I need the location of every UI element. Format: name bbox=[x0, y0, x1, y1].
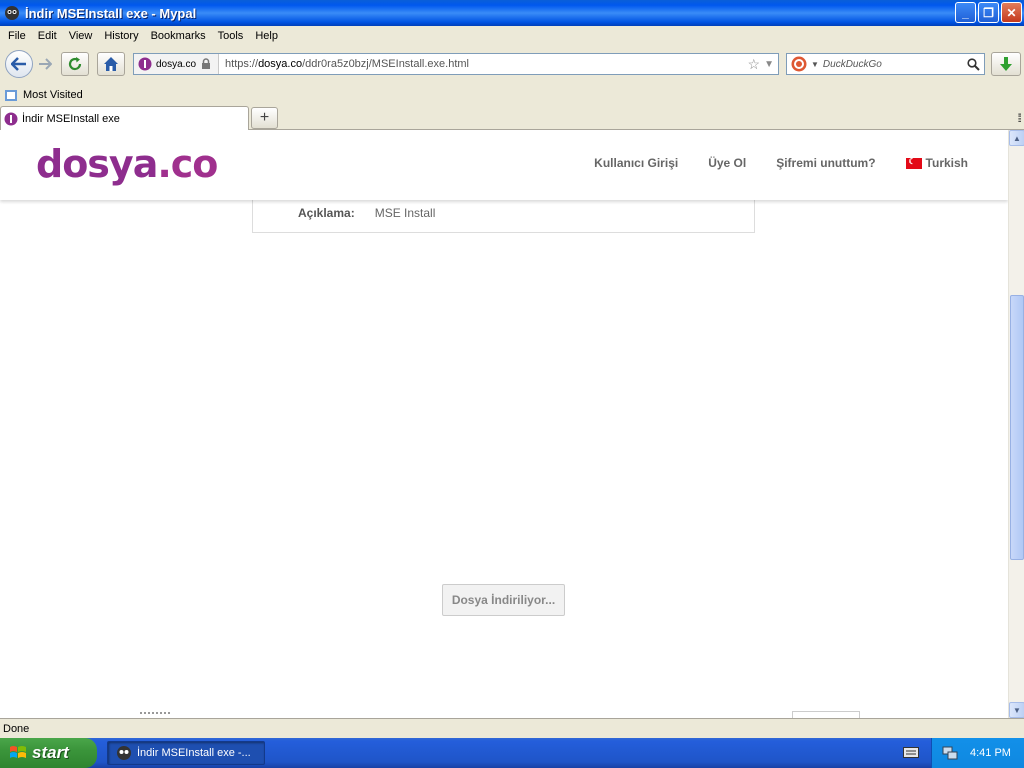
menu-bookmarks[interactable]: Bookmarks bbox=[145, 30, 212, 42]
restore-icon: ❐ bbox=[983, 5, 994, 20]
logo-tld: .co bbox=[157, 142, 218, 186]
mypal-app-icon bbox=[5, 6, 19, 20]
minimize-button[interactable]: _ bbox=[955, 2, 976, 23]
search-icon[interactable] bbox=[967, 57, 980, 71]
tab-list-icon[interactable]: ⁞⁞ bbox=[1017, 111, 1021, 125]
login-link[interactable]: Kullanıcı Girişi bbox=[594, 156, 678, 170]
scroll-up-arrow-icon: ▲ bbox=[1013, 133, 1021, 143]
taskbar-window-button[interactable]: İndir MSEInstall exe -... bbox=[107, 741, 265, 765]
search-input[interactable]: DuckDuckGo bbox=[823, 59, 967, 70]
menu-file[interactable]: File bbox=[2, 30, 32, 42]
dosya-favicon bbox=[138, 57, 152, 71]
new-tab-button[interactable]: + bbox=[251, 107, 278, 129]
description-label: Açıklama: bbox=[298, 206, 355, 220]
status-bar: Done bbox=[0, 718, 1024, 738]
minimize-icon: _ bbox=[962, 5, 969, 20]
menu-history[interactable]: History bbox=[98, 30, 144, 42]
mypal-task-icon bbox=[117, 746, 131, 760]
window-titlebar[interactable]: İndir MSEInstall exe - Mypal _ ❐ ✕ bbox=[0, 0, 1024, 26]
restore-button[interactable]: ❐ bbox=[978, 2, 999, 23]
windows-logo-icon bbox=[10, 746, 26, 758]
reload-button[interactable] bbox=[61, 52, 89, 76]
bookmark-star-icon[interactable]: ☆ bbox=[748, 56, 761, 73]
download-status-button[interactable]: Dosya İndiriliyor... bbox=[442, 584, 565, 616]
menu-view[interactable]: View bbox=[63, 30, 99, 42]
tab-strip: İndir MSEInstall exe + ⁞⁞ bbox=[0, 105, 1024, 130]
lock-icon bbox=[202, 58, 211, 69]
home-icon bbox=[104, 57, 118, 71]
url-path: /ddr0ra5z0bzj/MSEInstall.exe.html bbox=[302, 58, 470, 70]
nav-toolbar: dosya.co https://dosya.co/ddr0ra5z0bzj/M… bbox=[0, 47, 1024, 83]
scroll-up-button[interactable]: ▲ bbox=[1009, 130, 1024, 146]
download-arrow-icon bbox=[1000, 57, 1012, 71]
url-text[interactable]: https://dosya.co/ddr0ra5z0bzj/MSEInstall… bbox=[219, 58, 748, 70]
task-label: İndir MSEInstall exe -... bbox=[137, 747, 251, 759]
search-engine-dropdown-icon[interactable]: ▼ bbox=[811, 60, 819, 69]
forward-button[interactable] bbox=[35, 55, 55, 73]
scroll-down-button[interactable]: ▼ bbox=[1009, 702, 1024, 718]
scroll-thumb[interactable] bbox=[1010, 295, 1024, 560]
site-identity-button[interactable]: dosya.co bbox=[134, 54, 220, 74]
menu-bar: File Edit View History Bookmarks Tools H… bbox=[0, 26, 1024, 46]
start-label: start bbox=[32, 743, 69, 762]
taskbar: start İndir MSEInstall exe -... 4:41 PM bbox=[0, 738, 1024, 768]
url-bar[interactable]: dosya.co https://dosya.co/ddr0ra5z0bzj/M… bbox=[133, 53, 779, 75]
url-dropdown-icon[interactable]: ▼ bbox=[764, 59, 774, 70]
menu-edit[interactable]: Edit bbox=[32, 30, 63, 42]
tab-active[interactable]: İndir MSEInstall exe bbox=[0, 106, 249, 130]
language-label: Turkish bbox=[925, 156, 968, 170]
downloads-button[interactable] bbox=[991, 52, 1021, 76]
clock[interactable]: 4:41 PM bbox=[970, 747, 1011, 759]
menu-tools[interactable]: Tools bbox=[212, 30, 250, 42]
back-arrow-icon bbox=[11, 57, 26, 71]
url-scheme: https:// bbox=[225, 58, 259, 70]
duckduckgo-icon[interactable] bbox=[791, 56, 807, 72]
home-button[interactable] bbox=[97, 52, 125, 76]
vertical-scrollbar[interactable]: ▲ ▼ bbox=[1008, 130, 1024, 718]
forward-arrow-icon bbox=[39, 58, 52, 70]
scroll-down-arrow-icon: ▼ bbox=[1013, 705, 1021, 715]
bookmarks-toolbar: Most Visited bbox=[0, 85, 1024, 105]
close-button[interactable]: ✕ bbox=[1001, 2, 1022, 23]
description-row: Açıklama: MSE Install bbox=[298, 206, 435, 220]
site-nav: Kullanıcı Girişi Üye Ol Şifremi unuttum?… bbox=[594, 156, 968, 170]
forgot-password-link[interactable]: Şifremi unuttum? bbox=[776, 156, 875, 170]
most-visited-folder-icon bbox=[5, 90, 17, 101]
plus-icon: + bbox=[259, 109, 270, 126]
dosya-tab-favicon bbox=[4, 112, 18, 125]
footer-fragment-right bbox=[792, 711, 860, 718]
system-tray: 4:41 PM bbox=[931, 738, 1024, 768]
reload-icon bbox=[68, 57, 82, 71]
url-domain: dosya.co bbox=[258, 58, 303, 70]
turkey-flag-icon bbox=[905, 157, 922, 169]
window-title: İndir MSEInstall exe - Mypal bbox=[25, 5, 197, 21]
dosya-logo[interactable]: dosya.co bbox=[36, 142, 218, 186]
description-value: MSE Install bbox=[374, 206, 436, 220]
language-selector[interactable]: Turkish bbox=[905, 156, 968, 170]
tab-label: İndir MSEInstall exe bbox=[22, 112, 120, 125]
start-button[interactable]: start bbox=[0, 738, 97, 768]
site-header: dosya.co Kullanıcı Girişi Üye Ol Şifremi… bbox=[0, 130, 1008, 200]
page-content: dosya.co Kullanıcı Girişi Üye Ol Şifremi… bbox=[0, 130, 1008, 718]
close-icon: ✕ bbox=[1006, 5, 1017, 20]
search-bar[interactable]: ▼ DuckDuckGo bbox=[786, 53, 985, 75]
site-identity-label: dosya.co bbox=[156, 58, 197, 70]
back-button[interactable] bbox=[5, 50, 33, 78]
status-text: Done bbox=[3, 722, 30, 735]
signup-link[interactable]: Üye Ol bbox=[708, 156, 746, 170]
network-icon[interactable] bbox=[942, 745, 958, 761]
logo-main: dosya bbox=[36, 142, 158, 186]
menu-help[interactable]: Help bbox=[249, 30, 284, 42]
bookmark-most-visited[interactable]: Most Visited bbox=[23, 89, 83, 101]
keyboard-icon[interactable] bbox=[903, 745, 919, 759]
